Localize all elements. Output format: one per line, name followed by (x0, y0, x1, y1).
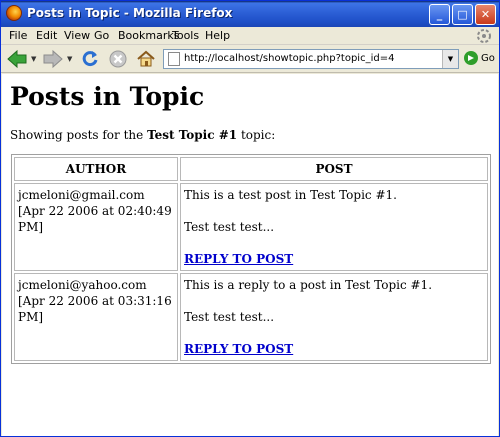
table-row: jcmeloni@gmail.com [Apr 22 2006 at 02:40… (14, 183, 488, 271)
post-column-header: POST (180, 157, 488, 181)
stop-button[interactable] (106, 48, 130, 70)
posts-table: AUTHOR POST jcmeloni@gmail.com [Apr 22 2… (11, 154, 491, 364)
post-cell: This is a reply to a post in Test Topic … (180, 273, 488, 361)
intro-text: Showing posts for the Test Topic #1 topi… (10, 128, 275, 142)
intro-prefix: Showing posts for the (10, 128, 148, 142)
post-cell: This is a test post in Test Topic #1. Te… (180, 183, 488, 271)
author-column-header: AUTHOR (14, 157, 178, 181)
maximize-button[interactable]: □ (452, 4, 473, 25)
menu-help[interactable]: Help (205, 29, 230, 42)
forward-button[interactable] (41, 48, 65, 70)
forward-dropdown-icon[interactable]: ▼ (67, 55, 72, 63)
minimize-button[interactable]: _ (429, 4, 450, 25)
page-title: Posts in Topic (10, 82, 205, 111)
go-button[interactable]: Go (464, 51, 495, 65)
reply-to-post-link[interactable]: REPLY TO POST (184, 252, 293, 266)
url-bar[interactable]: http://localhost/showtopic.php?topic_id=… (163, 49, 459, 69)
topic-name: Test Topic #1 (147, 128, 238, 142)
menu-go[interactable]: Go (94, 29, 109, 42)
stop-icon (109, 50, 127, 68)
throbber-icon (475, 27, 493, 45)
navigation-toolbar: ▼ ▼ http://localhost/showtopic.php?topic… (1, 46, 499, 73)
go-arrow-icon (464, 51, 478, 65)
window-title: Posts in Topic - Mozilla Firefox (27, 6, 233, 20)
url-input[interactable]: http://localhost/showtopic.php?topic_id=… (184, 53, 394, 64)
menu-bookmarks[interactable]: Bookmarks (118, 29, 179, 42)
reply-to-post-link[interactable]: REPLY TO POST (184, 342, 293, 356)
page-icon (168, 52, 180, 66)
home-button[interactable] (134, 48, 158, 70)
reload-icon (82, 51, 98, 67)
author-cell: jcmeloni@gmail.com [Apr 22 2006 at 02:40… (14, 183, 178, 271)
author-cell: jcmeloni@yahoo.com [Apr 22 2006 at 03:31… (14, 273, 178, 361)
go-label: Go (481, 52, 495, 64)
post-line: Test test test... (184, 310, 275, 324)
post-line: This is a test post in Test Topic #1. (184, 188, 397, 202)
back-button[interactable] (5, 48, 29, 70)
menu-view[interactable]: View (64, 29, 90, 42)
intro-suffix: topic: (237, 128, 276, 142)
page-content: Posts in Topic Showing posts for the Tes… (2, 74, 498, 436)
post-line: This is a reply to a post in Test Topic … (184, 278, 433, 292)
menu-tools[interactable]: Tools (172, 29, 199, 42)
author-email: jcmeloni@yahoo.com (18, 278, 147, 292)
firefox-icon (6, 5, 22, 21)
menu-bar: File Edit View Go Bookmarks Tools Help (1, 27, 499, 45)
reload-button[interactable] (78, 48, 102, 70)
forward-arrow-icon (43, 49, 63, 69)
post-line: Test test test... (184, 220, 275, 234)
menu-file[interactable]: File (9, 29, 27, 42)
post-date: [Apr 22 2006 at 02:40:49 PM] (18, 204, 172, 234)
back-arrow-icon (7, 49, 27, 69)
menu-edit[interactable]: Edit (36, 29, 57, 42)
home-icon (137, 50, 155, 67)
table-row: jcmeloni@yahoo.com [Apr 22 2006 at 03:31… (14, 273, 488, 361)
browser-window: Posts in Topic - Mozilla Firefox _ □ ✕ F… (0, 0, 500, 437)
back-dropdown-icon[interactable]: ▼ (31, 55, 36, 63)
title-bar[interactable]: Posts in Topic - Mozilla Firefox _ □ ✕ (1, 1, 499, 27)
author-email: jcmeloni@gmail.com (18, 188, 145, 202)
post-date: [Apr 22 2006 at 03:31:16 PM] (18, 294, 172, 324)
url-dropdown-icon[interactable]: ▼ (442, 50, 458, 68)
close-button[interactable]: ✕ (475, 4, 496, 25)
table-header-row: AUTHOR POST (14, 157, 488, 181)
